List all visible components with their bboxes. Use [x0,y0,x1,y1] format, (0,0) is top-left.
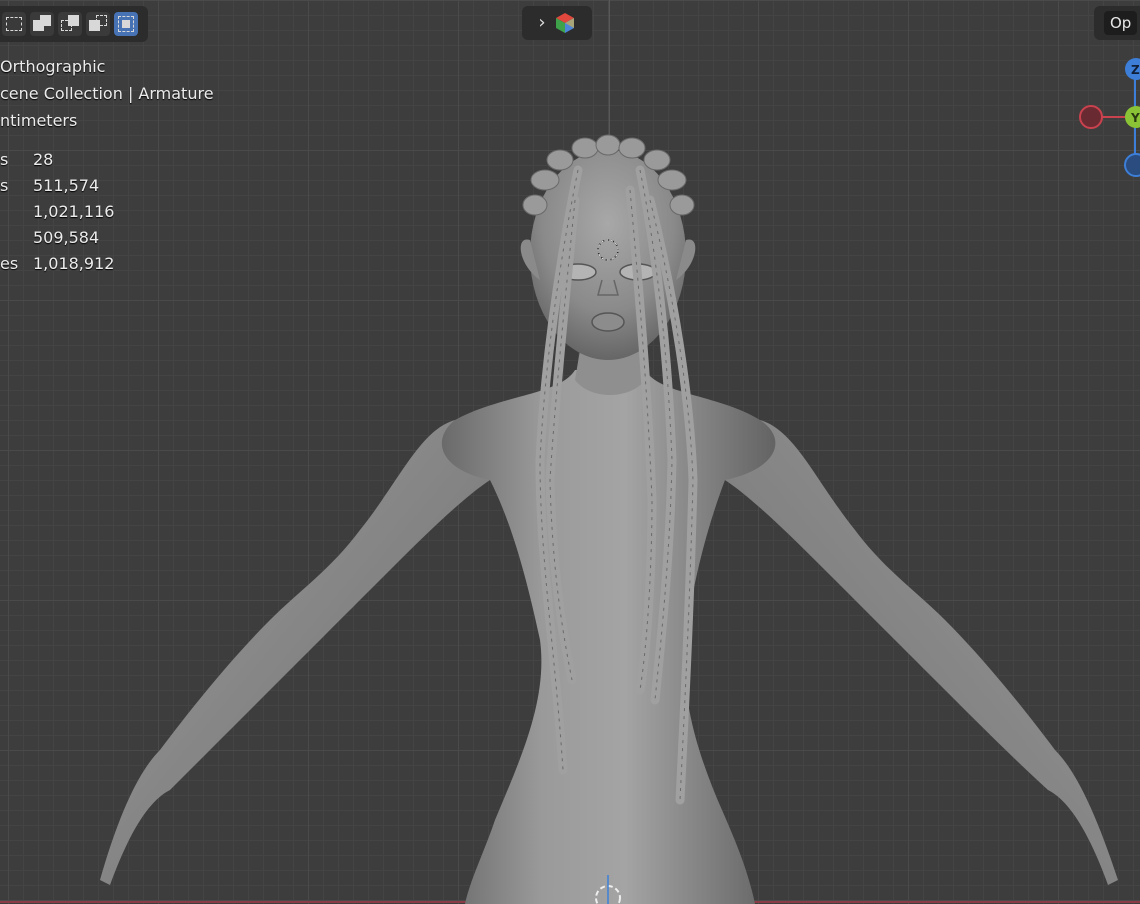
gizmo-x-negative-handle[interactable] [1079,105,1103,129]
stat-label: es [0,254,19,273]
view-mode-label: Orthographic [0,57,106,76]
stat-label: s [0,150,9,169]
stat-value: 511,574 [33,176,100,195]
options-button[interactable]: Op [1094,6,1140,40]
gizmo-y-label: Y [1130,111,1140,125]
chevron-right-icon[interactable]: › [538,14,545,32]
stat-value: 28 [33,150,54,169]
stat-value: 509,584 [33,228,100,247]
select-mode-extend-icon[interactable] [30,12,54,36]
options-label[interactable]: Op [1104,11,1138,35]
gizmo-toggle-pill[interactable]: › [522,6,592,40]
navigation-gizmo[interactable]: Z Y [1070,50,1140,180]
viewport-gizmo-icon[interactable] [554,12,576,34]
selection-mode-toolbar [0,6,148,42]
units-label: ntimeters [0,111,78,130]
select-mode-intersect-icon[interactable] [114,12,138,36]
character-model[interactable] [0,0,1140,904]
collection-label: cene Collection | Armature [0,84,214,103]
stat-value: 1,018,912 [33,254,115,273]
select-mode-difference-icon[interactable] [86,12,110,36]
select-mode-new-icon[interactable] [2,12,26,36]
select-mode-subtract-icon[interactable] [58,12,82,36]
gizmo-z-label: Z [1131,63,1140,77]
stat-label: s [0,176,9,195]
gizmo-z-negative-handle[interactable] [1124,153,1140,177]
stat-value: 1,021,116 [33,202,115,221]
